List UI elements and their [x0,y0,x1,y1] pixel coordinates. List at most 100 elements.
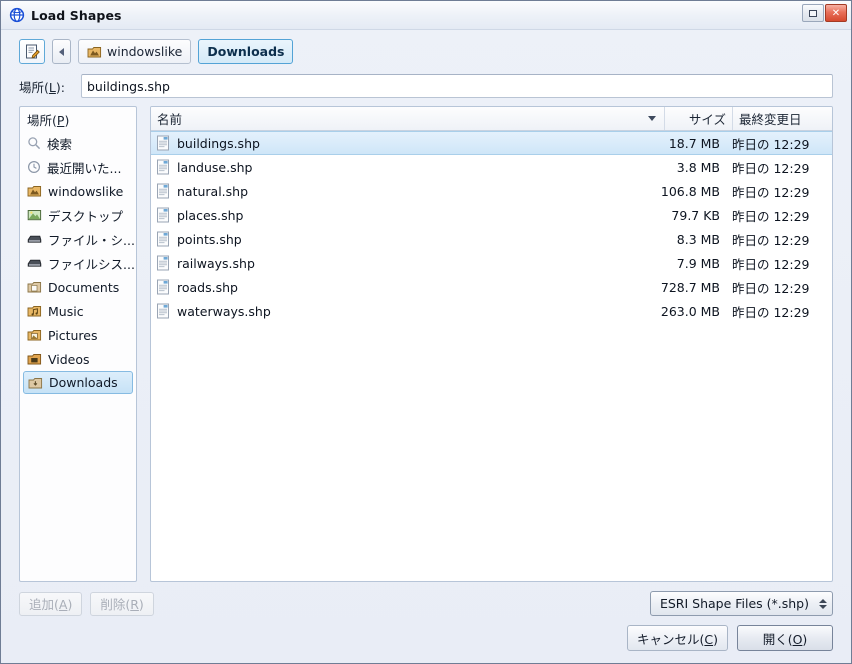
open-button[interactable]: 開く(O) [737,625,833,651]
shapefile-icon [156,255,170,271]
location-input[interactable] [81,74,833,98]
desktop-icon [27,208,42,222]
file-modified: 昨日の 12:29 [732,304,810,320]
sidebar-item-desktop[interactable]: デスクトップ [20,203,136,227]
sidebar-item-label: Downloads [49,375,118,390]
file-type-filter[interactable]: ESRI Shape Files (*.shp) [649,591,833,616]
file-name-cell: buildings.shp [151,135,652,151]
sidebar-item-recent[interactable]: 最近開いた... [20,155,136,179]
cancel-button[interactable]: キャンセル(C) [626,625,728,651]
file-name: landuse.shp [177,159,253,175]
path-toolbar: windowslike Downloads [1,30,851,68]
sidebar-item-filesystem-1[interactable]: ファイル・シ... [20,227,136,251]
globe-icon [9,7,25,23]
recent-clock-icon [27,160,41,174]
table-row[interactable]: waterways.shp 263.0 MB 昨日の 12:29 [151,299,832,323]
sidebar-item-label: Music [48,303,84,319]
sidebar-item-search[interactable]: 検索 [20,131,136,155]
location-row: 場所(L): [1,68,851,106]
places-sidebar: 場所(P) 検索 最近開いた... windowslike デスクトップ ファイ… [19,106,137,582]
shapefile-icon [156,231,170,247]
file-modified: 昨日の 12:29 [732,208,810,224]
file-name: natural.shp [177,183,249,199]
folder-icon [27,352,42,366]
sidebar-item-label: windowslike [48,183,124,199]
file-size: 106.8 MB [660,183,720,199]
file-modified: 昨日の 12:29 [732,280,810,296]
table-row[interactable]: landuse.shp 3.8 MB 昨日の 12:29 [151,155,832,179]
file-size: 728.7 MB [660,279,720,295]
file-modified: 昨日の 12:29 [732,136,810,152]
column-header-label: サイズ [688,112,726,127]
sidebar-item-label: ファイル・シ... [48,232,135,248]
file-name-cell: waterways.shp [151,303,652,319]
column-header-size[interactable]: サイズ [664,107,732,130]
file-modified: 昨日の 12:29 [732,232,810,248]
sidebar-item-label: デスクトップ [48,208,124,224]
sidebar-item-music[interactable]: Music [20,299,136,323]
shapefile-icon [156,279,170,295]
close-icon[interactable]: ✕ [825,4,847,22]
shapefile-icon [156,183,170,199]
file-modified: 昨日の 12:29 [732,160,810,176]
file-list-pane: 名前 サイズ 最終変更日 buildings.shp 18.7 MB 昨日の 1… [150,106,833,582]
breadcrumb-windowslike[interactable]: windowslike [78,39,192,64]
file-modified: 昨日の 12:29 [732,256,810,272]
file-name-cell: places.shp [151,207,652,223]
browser-panes: 場所(P) 検索 最近開いた... windowslike デスクトップ ファイ… [1,106,851,582]
search-icon [27,136,41,150]
sidebar-item-label: 最近開いた... [47,160,122,176]
breadcrumb-label: windowslike [107,44,183,59]
add-button[interactable]: 追加(A) [19,591,83,616]
sidebar-item-documents[interactable]: Documents [20,275,136,299]
file-name: places.shp [177,207,244,223]
table-row[interactable]: buildings.shp 18.7 MB 昨日の 12:29 [151,131,832,155]
back-arrow-icon[interactable] [52,39,71,64]
drive-icon [27,232,42,246]
sidebar-item-windowslike[interactable]: windowslike [20,179,136,203]
file-name: points.shp [177,231,242,247]
file-name: railways.shp [177,255,255,271]
breadcrumb-downloads[interactable]: Downloads [198,39,294,64]
column-header-modified[interactable]: 最終変更日 [732,107,832,130]
file-size: 18.7 MB [668,135,720,151]
breadcrumb-label: Downloads [207,44,285,59]
sidebar-item-videos[interactable]: Videos [20,347,136,371]
load-shapes-dialog: Load Shapes ✕ windowslike Downloads 場所(L… [0,0,852,664]
sidebar-item-label: Pictures [48,327,98,343]
folder-icon [27,328,42,342]
title-bar: Load Shapes ✕ [1,1,851,30]
table-row[interactable]: places.shp 79.7 KB 昨日の 12:29 [151,203,832,227]
sidebar-item-pictures[interactable]: Pictures [20,323,136,347]
file-name: waterways.shp [177,303,271,319]
sidebar-item-label: Videos [48,351,90,367]
maximize-icon[interactable] [802,4,824,22]
sidebar-item-downloads[interactable]: Downloads [23,371,133,394]
home-folder-icon [27,184,42,198]
shapefile-icon [156,207,170,223]
table-row[interactable]: points.shp 8.3 MB 昨日の 12:29 [151,227,832,251]
edit-location-icon[interactable] [19,39,45,64]
file-name-cell: landuse.shp [151,159,652,175]
table-row[interactable]: natural.shp 106.8 MB 昨日の 12:29 [151,179,832,203]
dialog-actions: キャンセル(C) 開く(O) [1,616,851,663]
column-header-label: 最終変更日 [739,112,802,127]
file-rows: buildings.shp 18.7 MB 昨日の 12:29 landuse.… [151,131,832,581]
sort-descending-icon [648,116,656,121]
table-row[interactable]: roads.shp 728.7 MB 昨日の 12:29 [151,275,832,299]
file-name-cell: railways.shp [151,255,652,271]
file-name-cell: roads.shp [151,279,652,295]
shapefile-icon [156,159,170,175]
file-name-cell: natural.shp [151,183,652,199]
shapefile-icon [156,303,170,319]
sidebar-item-label: ファイルシス... [48,256,135,272]
sidebar-item-filesystem-2[interactable]: ファイルシス... [20,251,136,275]
file-size: 7.9 MB [676,255,720,271]
table-row[interactable]: railways.shp 7.9 MB 昨日の 12:29 [151,251,832,275]
file-type-filter-value: ESRI Shape Files (*.shp) [659,596,809,611]
column-header-name[interactable]: 名前 [151,107,664,130]
remove-button[interactable]: 削除(R) [90,591,154,616]
file-name: buildings.shp [177,135,260,151]
folder-icon [27,280,42,294]
column-headers: 名前 サイズ 最終変更日 [151,107,832,131]
